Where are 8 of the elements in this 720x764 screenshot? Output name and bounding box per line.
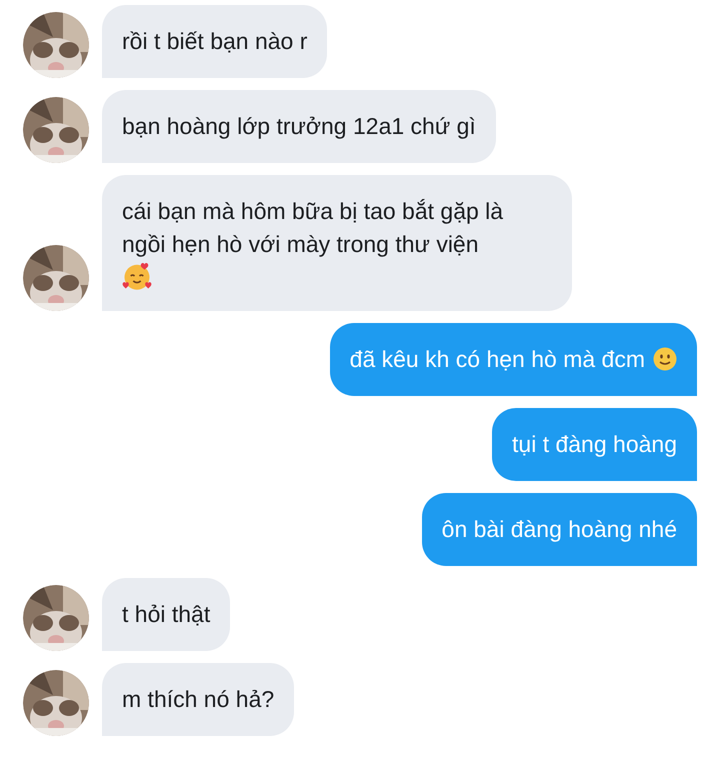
message-text: rồi t biết bạn nào r	[122, 28, 308, 54]
message-text: m thích nó hả?	[122, 686, 274, 712]
message-text: cái bạn mà hôm bữa bị tao bắt gặp là ngồi hẹn hò với mày trong thư viện	[122, 198, 504, 257]
message-text: đã kêu kh có hẹn hò mà đcm	[350, 346, 645, 372]
message-text: t hỏi thật	[122, 601, 210, 627]
message-text: ôn bài đàng hoàng nhé	[442, 516, 677, 542]
message-text: bạn hoàng lớp trưởng 12a1 chứ gì	[122, 113, 476, 139]
message-text: tụi t đàng hoàng	[512, 431, 677, 457]
